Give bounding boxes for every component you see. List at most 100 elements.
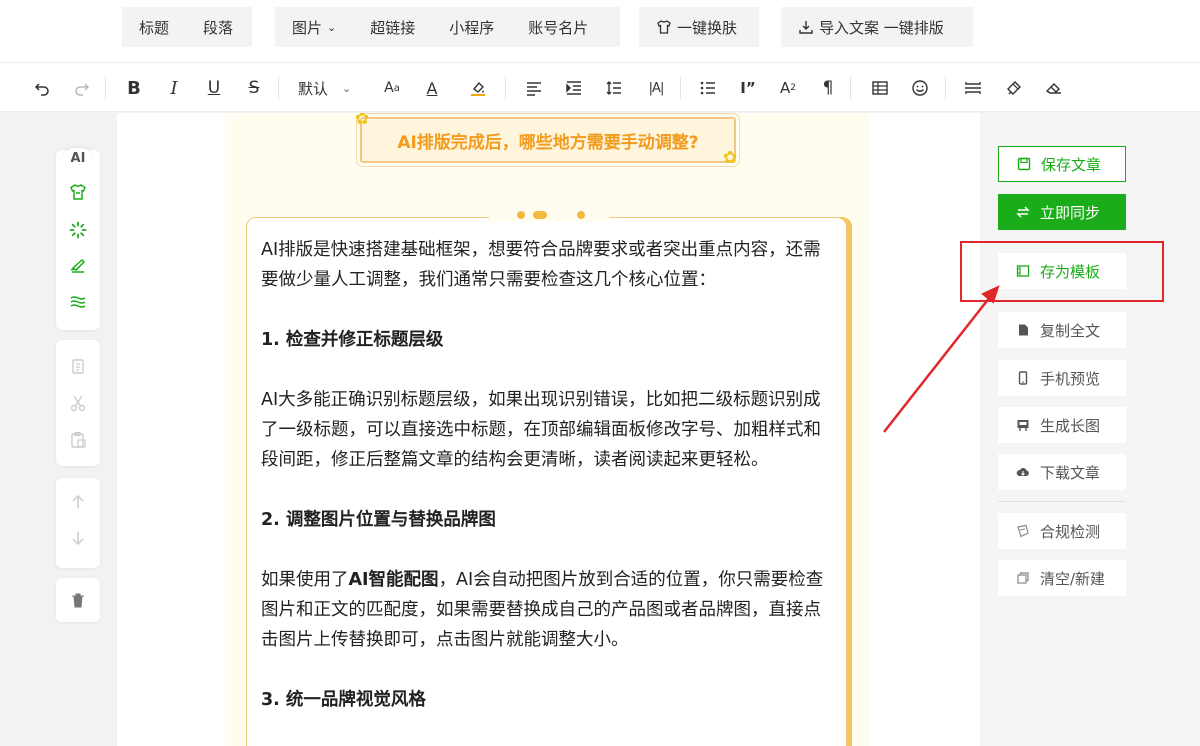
copy-icon[interactable] [66,354,90,378]
cloud-download-icon [1016,465,1030,479]
clear-new-label: 清空/新建 [1040,569,1106,588]
align-icon[interactable] [522,76,546,100]
compliance-check-label: 合规检测 [1040,522,1101,541]
highlight-box [960,241,1164,302]
flower-decoration-icon: ✿ [355,113,370,129]
download-article-label: 下载文章 [1040,463,1101,482]
list-icon[interactable] [696,76,720,100]
menu-group-insert: 图片 ⌄ 超链接 小程序 账号名片 [275,7,620,47]
font-select-value: 默认 [298,79,329,98]
sync-now-button[interactable]: 立即同步 [998,194,1126,230]
sync-now-label: 立即同步 [1040,203,1101,222]
table-icon[interactable] [868,76,892,100]
ai-brush-icon[interactable] [66,254,90,278]
ai-magic-icon[interactable] [66,218,90,242]
cut-icon[interactable] [66,391,90,415]
menu-skin: 一键换肤 [639,17,754,38]
download-article-button[interactable]: 下载文章 [998,454,1126,490]
divider-icon[interactable] [961,76,985,100]
move-down-icon[interactable] [66,526,90,550]
menu-image[interactable]: 图片 ⌄ [275,17,353,38]
panel-divider [998,501,1126,502]
copy-document-icon [1016,323,1030,337]
paragraph-icon[interactable]: ¶ [816,76,840,100]
trash-icon[interactable] [66,588,90,612]
chevron-down-icon: ⌄ [327,20,337,34]
ai-wave-icon[interactable] [66,290,90,314]
action-panel: 保存文章 立即同步 存为模板 复制全文 手机预览 生成长图 下载文章 合规检测 … [981,113,1200,746]
format-painter-icon[interactable] [1002,76,1026,100]
mobile-preview-button[interactable]: 手机预览 [998,360,1126,396]
long-image-button[interactable]: 生成长图 [998,407,1126,443]
compliance-check-button[interactable]: 合规检测 [998,513,1126,549]
menu-image-label: 图片 [292,18,323,37]
ai-skin-icon[interactable] [66,180,90,204]
font-color-icon[interactable]: A [420,76,444,100]
save-article-button[interactable]: 保存文章 [998,146,1126,182]
bold-icon[interactable]: B [122,76,146,100]
editor-canvas[interactable]: AI排版完成后，哪些地方需要手动调整? ✿ ✿ AI排版是快速搭建基础框架，想要… [117,113,980,746]
save-article-label: 保存文章 [1041,155,1102,174]
strikethrough-icon[interactable]: S [242,76,266,100]
dot [517,211,525,219]
content-card: AI排版是快速搭建基础框架，想要符合品牌要求或者突出重点内容，还需要做少量人工调… [246,217,847,746]
flower-decoration-icon: ✿ [723,148,738,168]
delete-panel [56,578,100,622]
section-heading-3: 3. 统一品牌视觉风格 [261,690,426,710]
clear-new-icon [1016,571,1030,585]
clear-new-button[interactable]: 清空/新建 [998,560,1126,596]
paste-icon[interactable] [66,428,90,452]
p2-pre: 如果使用了 [261,570,349,590]
line-height-icon[interactable] [602,76,626,100]
menu-heading[interactable]: 标题 [122,17,186,38]
section-paragraph-1: AI大多能正确识别标题层级，如果出现识别错误，比如把二级标题识别成了一级标题，可… [261,390,821,470]
card-dots-decoration [517,211,585,219]
article-title: AI排版完成后，哪些地方需要手动调整? [360,117,736,163]
section-heading-1: 1. 检查并修正标题层级 [261,330,444,350]
move-up-icon[interactable] [66,490,90,514]
menu-import-button[interactable]: 导入文案 一键排版 [781,7,973,47]
letter-spacing-icon[interactable]: |A| [644,76,668,100]
font-size-icon[interactable]: Aa [380,76,404,100]
ai-tools-panel: AI [56,148,100,330]
menu-mini-program[interactable]: 小程序 [432,17,511,38]
highlight-color-icon[interactable] [466,76,490,100]
import-icon [799,21,813,34]
emoji-icon[interactable] [908,76,932,100]
menu-skin-label: 一键换肤 [677,18,738,37]
shirt-icon [657,20,671,34]
dot [577,211,585,219]
intro-paragraph: AI排版是快速搭建基础框架，想要符合品牌要求或者突出重点内容，还需要做少量人工调… [261,240,821,290]
clipboard-panel [56,340,100,466]
p2-bold: AI智能配图 [348,570,439,590]
section-heading-2: 2. 调整图片位置与替换品牌图 [261,510,496,530]
copy-all-button[interactable]: 复制全文 [998,312,1126,348]
superscript-icon[interactable]: A2 [776,76,800,100]
section-paragraph-2: 如果使用了AI智能配图，AI会自动把图片放到合适的位置，你只需要检查图片和正文的… [261,565,836,655]
menu-account-card[interactable]: 账号名片 [511,17,605,38]
redo-icon[interactable] [70,76,94,100]
menu-import: 导入文案 一键排版 [781,17,961,38]
eraser-icon[interactable] [1042,76,1066,100]
chevron-down-icon: ⌄ [342,81,352,95]
phone-icon [1016,371,1030,385]
font-select[interactable]: 默认 ⌄ [298,76,351,100]
italic-icon[interactable]: I [162,76,186,100]
undo-icon[interactable] [30,76,54,100]
underline-icon[interactable]: U [202,76,226,100]
dot [533,211,547,219]
menu-skin-button[interactable]: 一键换肤 [639,7,759,47]
indent-icon[interactable] [562,76,586,100]
long-image-label: 生成长图 [1040,416,1101,435]
long-image-icon [1016,418,1030,432]
article-body[interactable]: AI排版是快速搭建基础框架，想要符合品牌要求或者突出重点内容，还需要做少量人工调… [261,235,836,745]
ai-badge: AI [63,148,93,170]
quote-icon[interactable]: I” [736,76,760,100]
menu-hyperlink[interactable]: 超链接 [353,17,432,38]
menu-paragraph[interactable]: 段落 [186,17,250,38]
menu-import-label: 导入文案 一键排版 [819,18,944,37]
menu-group-text: 标题 段落 [122,7,252,47]
top-menu: 标题 段落 图片 ⌄ 超链接 小程序 账号名片 一键换肤 导入文案 一键排版 [0,0,1200,62]
compliance-icon [1016,524,1030,538]
mobile-preview-label: 手机预览 [1040,369,1101,388]
